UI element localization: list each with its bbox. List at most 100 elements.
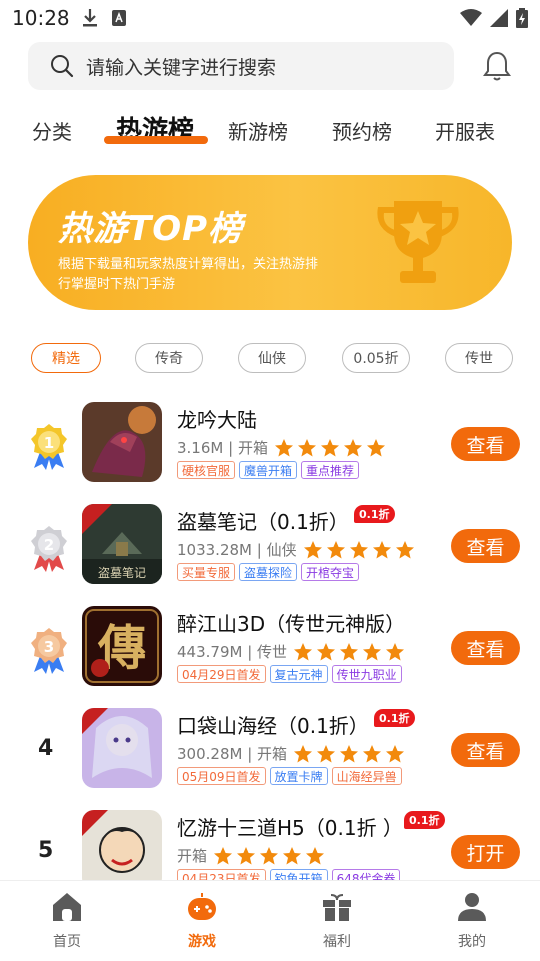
nav-home[interactable]: 首页 xyxy=(27,891,107,951)
star-icon xyxy=(320,438,339,456)
star-icon xyxy=(294,744,313,762)
star-icon xyxy=(340,642,359,660)
star-icon xyxy=(214,846,233,864)
silver-medal-icon: 2 xyxy=(31,526,67,572)
view-button[interactable]: 查看 xyxy=(451,529,520,563)
game-title: 盗墓笔记（0.1折） xyxy=(177,510,349,534)
view-button[interactable]: 查看 xyxy=(451,427,520,461)
signal-icon xyxy=(490,9,508,27)
trophy-icon xyxy=(377,201,459,283)
status-bar: 10:28 xyxy=(0,0,540,36)
star-icon xyxy=(363,744,382,762)
game-title: 醉江山3D（传世元神版） xyxy=(177,612,406,636)
category-tabs: 分类 热游榜 新游榜 预约榜 开服表 xyxy=(0,110,540,154)
search-icon xyxy=(51,55,74,78)
star-icon xyxy=(372,540,391,558)
game-size-category: 3.16M | 开箱 xyxy=(177,439,268,457)
game-tag: 魔兽开箱 xyxy=(239,461,298,479)
game-icon[interactable] xyxy=(82,402,162,482)
star-icon xyxy=(303,540,322,558)
view-button[interactable]: 查看 xyxy=(451,631,520,665)
game-tag: 04月29日首发 xyxy=(177,665,266,683)
game-tag: 复古元神 xyxy=(269,665,328,683)
game-title: 忆游十三道H5（0.1折 ） xyxy=(177,816,403,840)
rating-stars xyxy=(213,846,325,866)
game-tags: 买量专服 盗墓探险 开棺夺宝 xyxy=(177,563,360,581)
app-notification-icon xyxy=(111,10,126,26)
download-icon xyxy=(82,9,97,27)
rating-stars xyxy=(293,744,405,764)
filter-chip-chuanshi[interactable]: 传世 xyxy=(445,343,513,373)
filter-chip-discount[interactable]: 0.05折 xyxy=(342,343,410,373)
list-item[interactable]: 2 盗墓笔记 盗墓笔记（0.1折） 0.1折 1033.28M | 仙侠 买量专… xyxy=(0,504,540,604)
filter-chip-xianxia[interactable]: 仙侠 xyxy=(238,343,306,373)
user-icon xyxy=(458,893,486,921)
discount-badge: 0.1折 xyxy=(374,709,415,727)
game-meta: 开箱 xyxy=(177,845,325,866)
tab-reservations[interactable]: 预约榜 xyxy=(332,116,392,145)
star-icon xyxy=(395,540,414,558)
svg-text:盗墓笔记: 盗墓笔记 xyxy=(98,565,146,580)
star-icon xyxy=(274,438,293,456)
banner-title: 热游TOP榜 xyxy=(58,209,244,249)
tab-new-games[interactable]: 新游榜 xyxy=(228,116,288,145)
list-item[interactable]: 3 傳 醉江山3D（传世元神版） 443.79M | 传世 04月29日首发 复… xyxy=(0,606,540,706)
hot-top-banner: 热游TOP榜 根据下载量和玩家热度计算得出，关注热游排行掌握时下热门手游 xyxy=(28,175,512,310)
game-icon[interactable]: 傳 xyxy=(82,606,162,686)
game-tag: 山海经异兽 xyxy=(331,767,402,785)
search-bar[interactable]: 请输入关键字进行搜索 xyxy=(28,42,454,90)
star-icon xyxy=(386,744,405,762)
nav-benefits[interactable]: 福利 xyxy=(297,891,377,951)
star-icon xyxy=(340,744,359,762)
star-icon xyxy=(283,846,302,864)
bell-icon[interactable] xyxy=(482,50,512,82)
gold-medal-icon: 1 xyxy=(31,424,67,470)
game-icon[interactable]: 盗墓笔记 xyxy=(82,504,162,584)
svg-text:3: 3 xyxy=(44,638,54,656)
nav-games-label: 游戏 xyxy=(188,934,216,950)
gift-icon xyxy=(323,894,351,921)
star-icon xyxy=(237,846,256,864)
game-icon[interactable] xyxy=(82,708,162,788)
game-tag: 买量专服 xyxy=(177,563,236,581)
star-icon xyxy=(306,846,325,864)
rank-number: 5 xyxy=(38,838,54,863)
svg-text:2: 2 xyxy=(44,536,54,554)
star-icon xyxy=(317,642,336,660)
game-size-category: 300.28M | 开箱 xyxy=(177,745,288,763)
discount-badge: 0.1折 xyxy=(404,811,445,829)
nav-games[interactable]: 游戏 xyxy=(162,891,242,951)
nav-profile-label: 我的 xyxy=(458,934,486,950)
list-item[interactable]: 1 龙吟大陆 3.16M | 开箱 硬核官服 魔兽开箱 重点推荐 查看 xyxy=(0,402,540,502)
discount-badge: 0.1折 xyxy=(354,505,395,523)
gamepad-icon xyxy=(188,893,216,920)
filter-chip-featured[interactable]: 精选 xyxy=(31,343,101,373)
game-icon[interactable] xyxy=(82,810,162,890)
tab-server-schedule[interactable]: 开服表 xyxy=(435,116,495,145)
star-icon xyxy=(349,540,368,558)
rank-number: 4 xyxy=(38,736,54,761)
game-size-category: 443.79M | 传世 xyxy=(177,643,288,661)
star-icon xyxy=(317,744,336,762)
active-tab-indicator xyxy=(104,136,208,144)
star-icon xyxy=(260,846,279,864)
list-item[interactable]: 4 口袋山海经（0.1折） 0.1折 300.28M | 开箱 05月09日首发… xyxy=(0,708,540,808)
game-tag: 开棺夺宝 xyxy=(301,563,360,581)
star-icon xyxy=(343,438,362,456)
bronze-medal-icon: 3 xyxy=(31,628,67,674)
tab-category[interactable]: 分类 xyxy=(32,116,72,145)
nav-profile[interactable]: 我的 xyxy=(432,891,512,951)
game-meta: 3.16M | 开箱 xyxy=(177,437,386,458)
open-button[interactable]: 打开 xyxy=(451,835,520,869)
home-icon xyxy=(53,893,81,921)
view-button[interactable]: 查看 xyxy=(451,733,520,767)
filter-chip-legend[interactable]: 传奇 xyxy=(135,343,203,373)
search-input[interactable]: 请输入关键字进行搜索 xyxy=(86,53,276,80)
star-icon xyxy=(297,438,316,456)
game-tag: 放置卡牌 xyxy=(269,767,328,785)
star-icon xyxy=(363,642,382,660)
bottom-navigation: 首页 游戏 福利 我的 xyxy=(0,880,540,961)
battery-icon xyxy=(516,8,528,28)
star-icon xyxy=(326,540,345,558)
game-meta: 443.79M | 传世 xyxy=(177,641,405,662)
